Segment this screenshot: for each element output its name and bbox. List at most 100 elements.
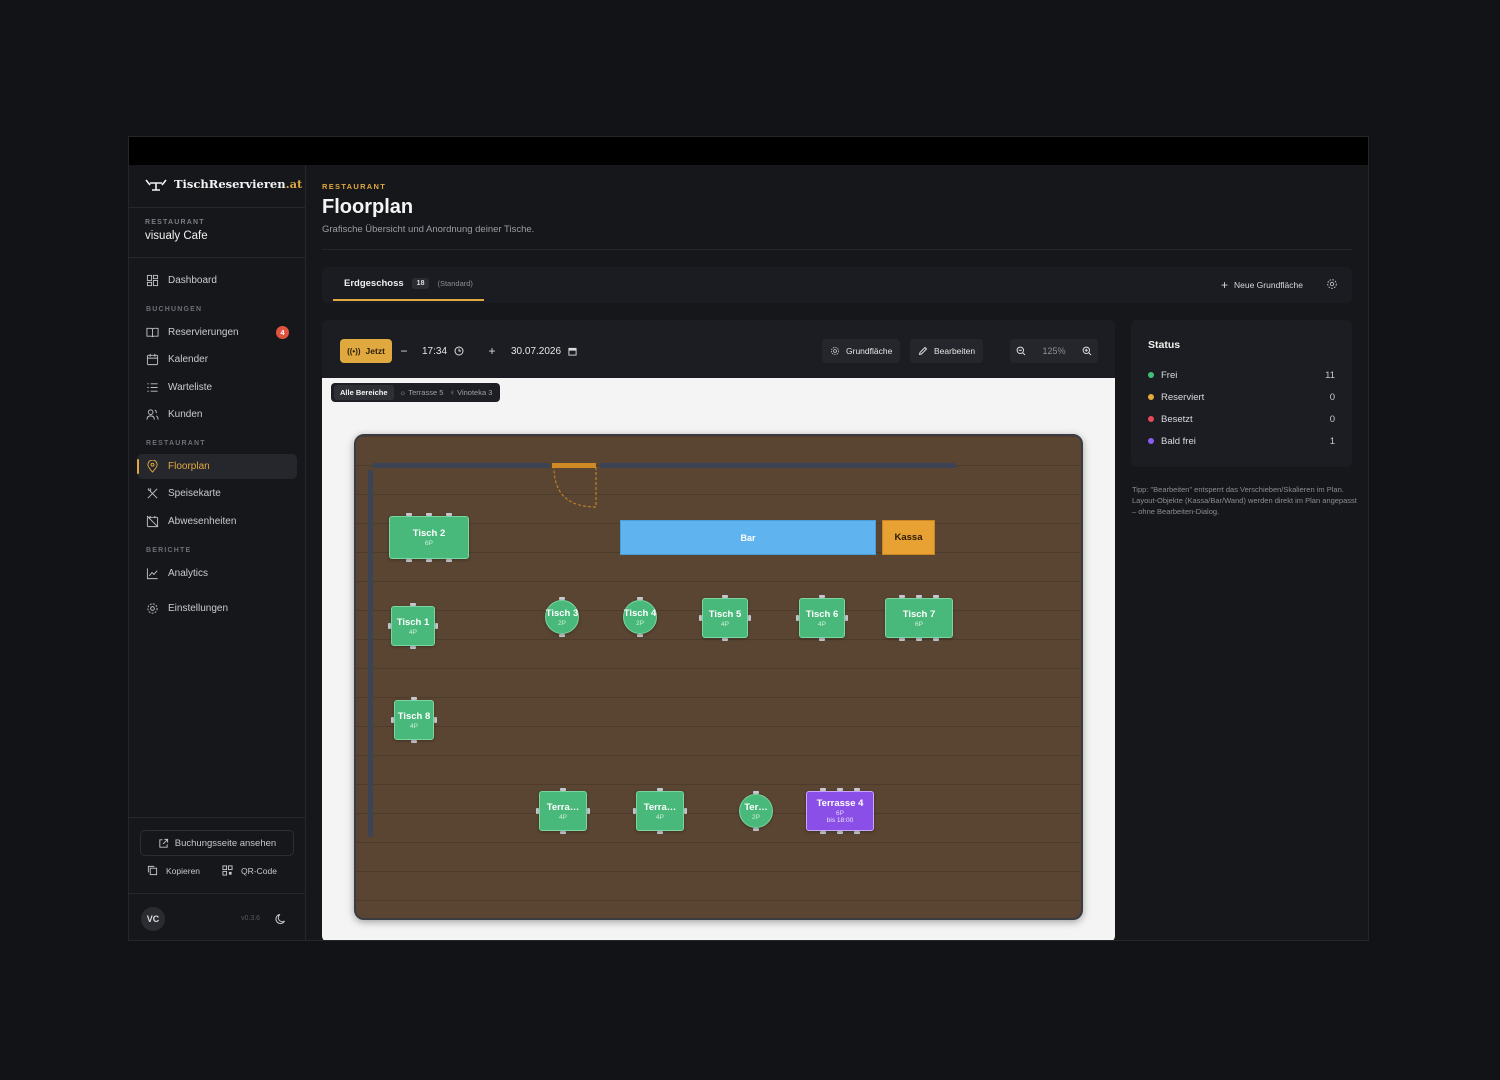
sidebar-item-label: Dashboard — [168, 275, 217, 286]
table-5[interactable]: Tisch 5 4P — [702, 598, 748, 638]
table-capacity: 4P — [818, 620, 826, 628]
time-value: 17:34 — [422, 345, 448, 357]
area-terrace-label: Terrasse 5 — [408, 388, 444, 397]
status-row-occupied: Besetzt 0 — [1148, 412, 1335, 426]
table-4[interactable]: Tisch 4 2P — [623, 600, 657, 634]
floorplan-card: ((•)) Jetzt − 17:34 + 30.07.2026 Grundfl… — [322, 320, 1115, 940]
view-booking-page-button[interactable]: Buchungsseite ansehen — [140, 830, 294, 856]
chair — [446, 559, 452, 562]
qr-code-button[interactable]: QR-Code — [222, 865, 277, 876]
now-button[interactable]: ((•)) Jetzt — [340, 339, 392, 363]
new-floor-button[interactable]: + Neue Grundfläche — [1221, 278, 1303, 292]
status-row-free: Frei 11 — [1148, 368, 1335, 382]
door-swing — [553, 467, 597, 508]
brand-tld: .at — [285, 177, 303, 191]
sidebar-item-waitlist[interactable]: Warteliste — [137, 375, 297, 400]
sidebar-item-calendar[interactable]: Kalender — [137, 347, 297, 372]
table-9[interactable]: Terra… 4P — [539, 791, 587, 831]
reservations-badge: 4 — [276, 326, 289, 339]
sidebar-item-reservations[interactable]: Reservierungen 4 — [137, 320, 297, 345]
utensils-icon — [147, 488, 158, 499]
sidebar-item-absences[interactable]: Abwesenheiten — [137, 509, 297, 534]
floorplan-canvas[interactable]: Alle Bereiche ☼ Terrasse 5 ♀ Vinoteka 3 … — [322, 378, 1115, 940]
restaurant-name: visualy Cafe — [145, 230, 208, 242]
brand-name: TischReservieren — [174, 177, 286, 191]
chair — [559, 634, 565, 637]
sidebar-item-analytics[interactable]: Analytics — [137, 561, 297, 586]
time-minus-button[interactable]: − — [394, 339, 414, 363]
chair — [587, 808, 590, 814]
floor-settings-button[interactable]: Grundfläche — [822, 339, 901, 363]
booking-page-label: Buchungsseite ansehen — [174, 837, 277, 849]
status-dot — [1148, 394, 1154, 400]
sidebar-item-menu[interactable]: Speisekarte — [137, 481, 297, 506]
page-eyebrow: RESTAURANT — [322, 182, 387, 191]
dashboard-icon — [146, 274, 159, 287]
area-tab-terrace[interactable]: ☼ Terrasse 5 — [400, 388, 444, 397]
chair — [820, 831, 826, 834]
time-plus-button[interactable]: + — [482, 339, 502, 363]
wall[interactable] — [600, 463, 956, 468]
tab-erdgeschoss[interactable]: Erdgeschoss 18 (Standard) — [333, 267, 484, 301]
copy-button[interactable]: Kopieren — [147, 865, 200, 876]
chair — [426, 559, 432, 562]
area-tab-vinoteka[interactable]: ♀ Vinoteka 3 — [449, 388, 492, 397]
cash-register[interactable]: Kassa — [882, 520, 935, 555]
table-name: Tisch 6 — [805, 608, 839, 620]
sidebar-item-settings[interactable]: Einstellungen — [137, 596, 297, 621]
external-link-icon — [159, 838, 168, 848]
status-dot — [1148, 372, 1154, 378]
user-avatar[interactable]: VC — [141, 907, 165, 931]
time-field[interactable]: 17:34 — [422, 339, 464, 363]
table-2[interactable]: Tisch 1 4P — [391, 606, 435, 646]
brand-logo[interactable]: TischReservieren.at — [145, 177, 302, 191]
area-tab-all[interactable]: Alle Bereiche — [334, 385, 394, 400]
bar-counter[interactable]: Bar — [620, 520, 876, 555]
live-icon: ((•)) — [347, 346, 361, 356]
sidebar-item-customers[interactable]: Kunden — [137, 402, 297, 427]
wall[interactable] — [368, 470, 373, 837]
sidebar-item-label: Einstellungen — [168, 603, 229, 614]
table-name: Tisch 1 — [396, 616, 430, 628]
wine-glass-icon: ♀ — [449, 388, 458, 397]
qr-code-label: QR-Code — [241, 865, 277, 876]
sidebar-item-floorplan[interactable]: Floorplan — [137, 454, 297, 479]
table-name: Tisch 2 — [412, 528, 446, 539]
table-capacity: 6P — [836, 810, 844, 817]
table-capacity: 6P — [915, 620, 923, 628]
section-label-restaurant: RESTAURANT — [146, 440, 206, 447]
zoom-out-icon[interactable] — [1016, 346, 1026, 356]
table-name: Tisch 7 — [902, 608, 936, 620]
wall[interactable] — [372, 463, 550, 468]
table-1[interactable]: Tisch 2 6P — [389, 516, 469, 559]
chair — [748, 615, 751, 621]
table-12[interactable]: Terrasse 4 6P bis 18:00 — [806, 791, 874, 831]
date-field[interactable]: 30.07.2026 — [511, 339, 577, 363]
table-8[interactable]: Tisch 8 4P — [394, 700, 434, 740]
table-capacity: 4P — [559, 813, 567, 821]
restaurant-switcher[interactable]: RESTAURANT visualy Cafe — [145, 219, 208, 242]
chair — [434, 717, 437, 723]
plus-icon: + — [488, 344, 496, 358]
section-label-bookings: BUCHUNGEN — [146, 306, 203, 313]
floor-settings-gear-icon[interactable] — [1326, 278, 1338, 290]
zoom-in-icon[interactable] — [1082, 346, 1092, 356]
table-name: Tisch 8 — [397, 710, 431, 722]
table-11[interactable]: Ter… 2P — [739, 794, 773, 828]
table-3[interactable]: Tisch 3 2P — [545, 600, 579, 634]
edit-button[interactable]: Bearbeiten — [910, 339, 984, 363]
gear-icon — [831, 347, 839, 355]
table-7[interactable]: Tisch 7 6P — [885, 598, 953, 638]
table-10[interactable]: Terra… 4P — [636, 791, 684, 831]
sidebar: TischReservieren.at RESTAURANT visualy C… — [129, 165, 306, 940]
table-6[interactable]: Tisch 6 4P — [799, 598, 845, 638]
status-label: Frei — [1161, 369, 1178, 381]
app-window: TischReservieren.at RESTAURANT visualy C… — [128, 136, 1369, 941]
floor-surface[interactable]: Bar Kassa Tisch 2 6P Tisch 1 4P Tisch 3 2P Tis… — [354, 434, 1083, 920]
status-label: Bald frei — [1161, 435, 1196, 447]
divider — [129, 257, 305, 258]
sidebar-item-dashboard[interactable]: Dashboard — [137, 268, 297, 293]
moon-icon[interactable] — [275, 913, 287, 925]
chair — [916, 638, 922, 641]
zoom-control: 125% — [1010, 339, 1098, 363]
